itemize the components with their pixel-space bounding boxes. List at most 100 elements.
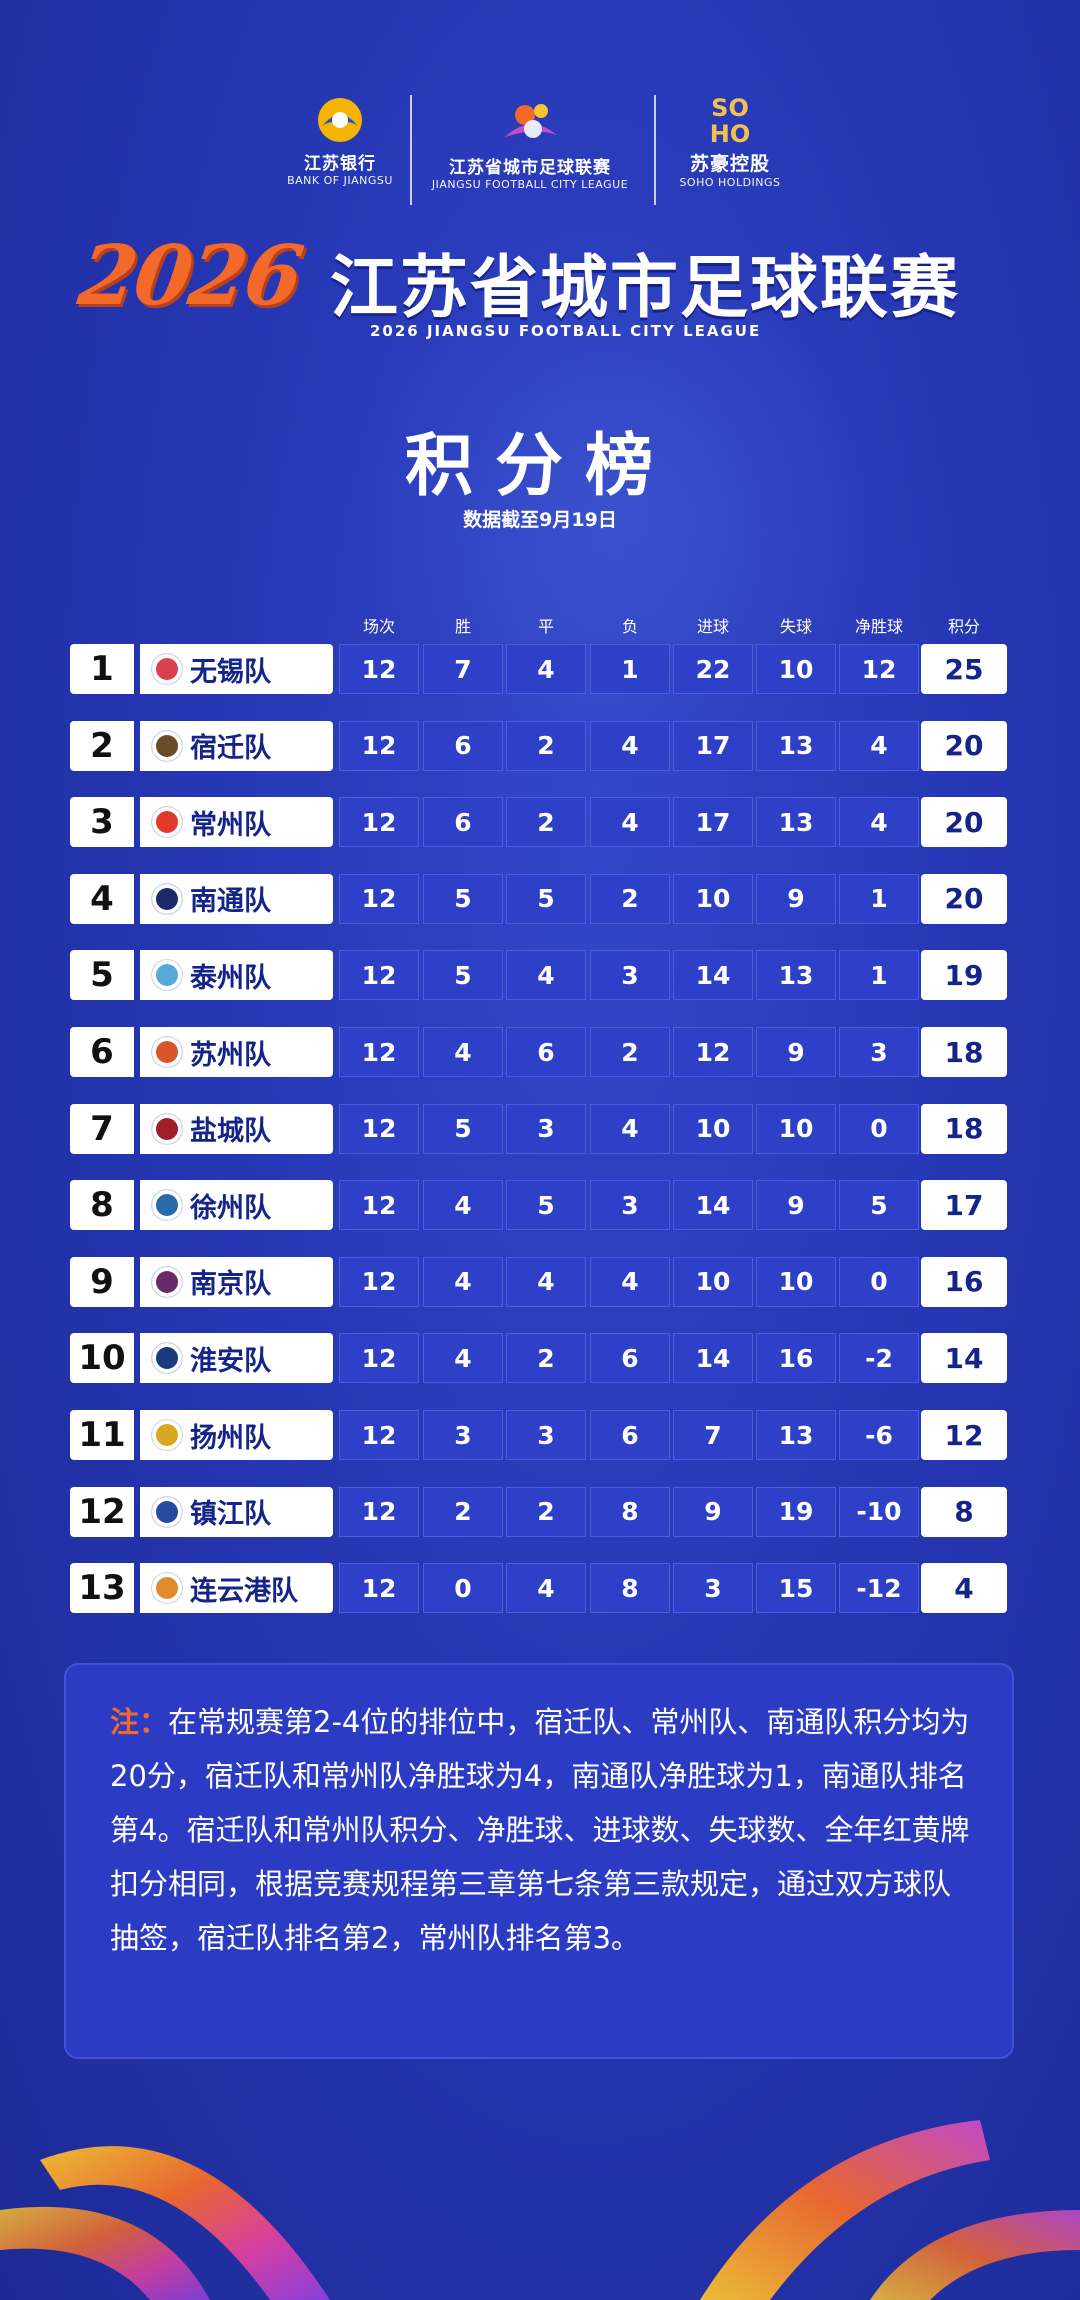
- cell-goal-difference: -2: [839, 1333, 919, 1384]
- header-drawn: 平: [537, 617, 554, 636]
- table-row: 11 扬州队 12 3 3 6 7 13 -6 12: [0, 1410, 1080, 1460]
- cell-played: 12: [339, 950, 419, 1001]
- cell-played: 12: [339, 1410, 419, 1460]
- team-cell: 连云港队: [140, 1563, 333, 1614]
- table-row: 12 镇江队 12 2 2 8 9 19 -10 8: [0, 1486, 1080, 1537]
- team-name: 无锡队: [190, 656, 271, 688]
- cell-lost: 4: [590, 797, 670, 848]
- cell-points: 18: [921, 1103, 1007, 1154]
- team-badge-icon: [152, 1266, 182, 1297]
- cell-goals-for: 22: [673, 644, 753, 694]
- team-name: 南通队: [190, 886, 271, 918]
- sponsor-divider: [654, 95, 656, 205]
- header-points: 积分: [947, 617, 980, 636]
- cell-goals-against: 9: [756, 1027, 836, 1077]
- table-row: 3 常州队 12 6 2 4 17 13 4 20: [0, 797, 1080, 848]
- cell-won: 6: [423, 797, 503, 848]
- cell-goal-difference: 3: [839, 1027, 919, 1077]
- cell-goals-against: 13: [756, 1410, 836, 1460]
- cell-goal-difference: 5: [839, 1180, 919, 1231]
- cell-won: 5: [423, 1103, 503, 1154]
- cell-lost: 6: [590, 1410, 670, 1460]
- league-logo: 江苏省城市足球联赛 JIANGSU FOOTBALL CITY LEAGUE: [420, 95, 640, 205]
- cell-points: 19: [921, 950, 1007, 1001]
- header-lost: 负: [621, 617, 638, 636]
- table-row: 6 苏州队 12 4 6 2 12 9 3 18: [0, 1027, 1080, 1077]
- cell-drawn: 4: [506, 644, 586, 694]
- table-row: 1 无锡队 12 7 4 1 22 10 12 25: [0, 644, 1080, 694]
- note-label: 注：: [110, 1705, 169, 1739]
- cell-goals-against: 13: [756, 950, 836, 1001]
- cell-drawn: 5: [506, 873, 586, 924]
- rank-cell: 7: [70, 1103, 134, 1154]
- rank-cell: 10: [70, 1333, 134, 1384]
- team-badge-icon: [152, 730, 182, 761]
- bank-sub: BANK OF JIANGSU: [287, 174, 393, 187]
- cell-won: 7: [423, 644, 503, 694]
- team-cell: 宿迁队: [140, 720, 333, 771]
- team-badge-icon: [152, 807, 182, 838]
- cell-won: 6: [423, 720, 503, 771]
- cell-lost: 8: [590, 1563, 670, 1614]
- rank-cell: 12: [70, 1486, 134, 1537]
- table-header: 场次 胜 平 负 进球 失球 净胜球 积分: [0, 613, 1080, 639]
- cell-lost: 3: [590, 1180, 670, 1231]
- cell-played: 12: [339, 1486, 419, 1537]
- team-name: 苏州队: [190, 1039, 271, 1071]
- cell-goals-for: 7: [673, 1410, 753, 1460]
- cell-drawn: 3: [506, 1410, 586, 1460]
- team-name: 盐城队: [190, 1116, 271, 1148]
- team-badge-icon: [152, 1496, 182, 1527]
- table-row: 8 徐州队 12 4 5 3 14 9 5 17: [0, 1180, 1080, 1231]
- team-name: 宿迁队: [190, 733, 271, 765]
- rank-cell: 4: [70, 873, 134, 924]
- cell-played: 12: [339, 797, 419, 848]
- cell-drawn: 2: [506, 1486, 586, 1537]
- team-name: 泰州队: [190, 962, 271, 994]
- cell-drawn: 6: [506, 1027, 586, 1077]
- cell-goal-difference: -10: [839, 1486, 919, 1537]
- team-name: 连云港队: [190, 1575, 298, 1607]
- cell-goal-difference: 0: [839, 1256, 919, 1307]
- cell-won: 4: [423, 1333, 503, 1384]
- team-cell: 淮安队: [140, 1333, 333, 1384]
- team-badge-icon: [152, 1343, 182, 1374]
- table-row: 13 连云港队 12 0 4 8 3 15 -12 4: [0, 1563, 1080, 1614]
- cell-goal-difference: 0: [839, 1103, 919, 1154]
- team-badge-icon: [152, 960, 182, 991]
- team-badge-icon: [152, 1113, 182, 1144]
- cell-goals-for: 10: [673, 1256, 753, 1307]
- decorative-ribbons: [0, 2120, 1080, 2300]
- table-row: 10 淮安队 12 4 2 6 14 16 -2 14: [0, 1333, 1080, 1384]
- cell-drawn: 4: [506, 1256, 586, 1307]
- team-name: 徐州队: [190, 1192, 271, 1224]
- soho-logo: SO HO 苏豪控股 SOHO HOLDINGS: [660, 95, 800, 205]
- cell-drawn: 5: [506, 1180, 586, 1231]
- cell-goals-against: 13: [756, 797, 836, 848]
- table-row: 4 南通队 12 5 5 2 10 9 1 20: [0, 873, 1080, 924]
- team-badge-icon: [152, 883, 182, 914]
- team-name: 南京队: [190, 1269, 271, 1301]
- cell-goal-difference: 4: [839, 720, 919, 771]
- cell-won: 5: [423, 950, 503, 1001]
- team-cell: 南京队: [140, 1256, 333, 1307]
- cell-lost: 8: [590, 1486, 670, 1537]
- rank-cell: 6: [70, 1027, 134, 1077]
- cell-goal-difference: -12: [839, 1563, 919, 1614]
- cell-goals-for: 14: [673, 1333, 753, 1384]
- cell-points: 12: [921, 1410, 1007, 1460]
- cell-won: 4: [423, 1256, 503, 1307]
- team-badge-icon: [152, 1190, 182, 1221]
- cell-drawn: 4: [506, 1563, 586, 1614]
- cell-played: 12: [339, 1256, 419, 1307]
- cell-goals-against: 10: [756, 644, 836, 694]
- cell-goals-for: 14: [673, 1180, 753, 1231]
- cell-goals-against: 10: [756, 1256, 836, 1307]
- rank-cell: 13: [70, 1563, 134, 1614]
- cell-goal-difference: -6: [839, 1410, 919, 1460]
- team-name: 镇江队: [190, 1499, 271, 1531]
- cell-goal-difference: 4: [839, 797, 919, 848]
- team-cell: 常州队: [140, 797, 333, 848]
- cell-points: 4: [921, 1563, 1007, 1614]
- team-cell: 泰州队: [140, 950, 333, 1001]
